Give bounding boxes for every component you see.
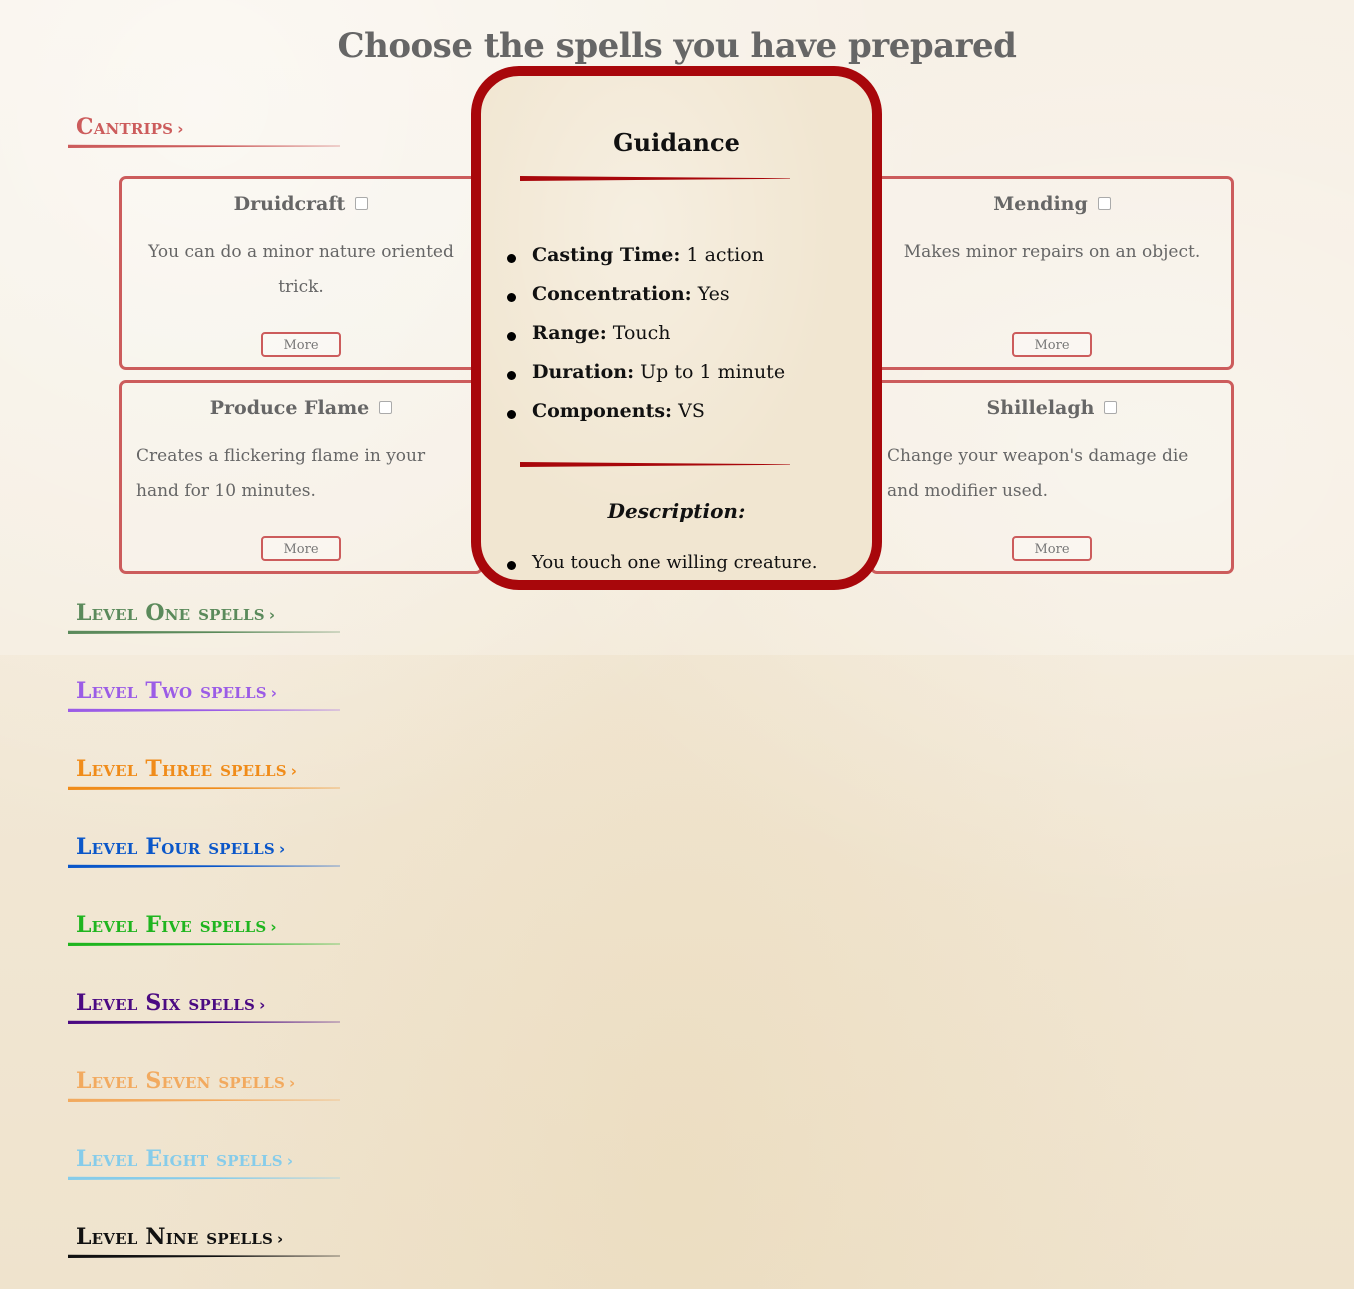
section-title-level-one[interactable]: Level One spells › [76, 600, 275, 626]
spell-card-shillelagh: Shillelagh Change your weapon's damage d… [870, 380, 1234, 574]
section-title-level-two[interactable]: Level Two spells › [76, 678, 277, 704]
more-button[interactable]: More [261, 536, 341, 561]
section-level-two[interactable]: Level Two spells › [68, 678, 340, 712]
spell-description: Makes minor repairs on an object. [903, 242, 1201, 262]
description-text: You touch one willing creature. Once bef… [495, 546, 855, 580]
prepared-checkbox[interactable] [379, 400, 393, 414]
property-concentration: Concentration: Yes [495, 283, 785, 322]
section-underline [68, 942, 340, 946]
spell-description: Creates a flickering flame in your hand … [136, 446, 426, 501]
property-components: Components: VS [495, 400, 785, 439]
section-underline [68, 144, 340, 148]
spell-card-mending: Mending Makes minor repairs on an object… [870, 176, 1234, 370]
modal-spell-title: Guidance [613, 128, 740, 157]
spell-name: Mending [993, 193, 1088, 215]
section-title-level-seven[interactable]: Level Seven spells › [76, 1068, 295, 1094]
chevron-right-icon: › [289, 1074, 296, 1092]
section-title-level-six[interactable]: Level Six spells › [76, 990, 265, 1016]
section-underline [68, 1176, 340, 1180]
section-title-level-three[interactable]: Level Three spells › [76, 756, 297, 782]
prepared-checkbox[interactable] [1097, 196, 1111, 210]
description-list: You touch one willing creature. Once bef… [495, 546, 855, 580]
chevron-right-icon: › [259, 996, 266, 1014]
section-title-level-five[interactable]: Level Five spells › [76, 912, 277, 938]
property-casting-time: Casting Time: 1 action [495, 244, 785, 283]
more-button[interactable]: More [261, 332, 341, 357]
section-level-nine[interactable]: Level Nine spells › [68, 1224, 340, 1258]
section-underline [68, 1254, 340, 1258]
chevron-right-icon: › [270, 918, 277, 936]
section-level-one[interactable]: Level One spells › [68, 600, 340, 634]
chevron-right-icon: › [278, 840, 286, 858]
chevron-right-icon: › [286, 1152, 294, 1170]
modal-divider [520, 176, 790, 181]
property-duration: Duration: Up to 1 minute [495, 361, 785, 400]
spell-card-druidcraft: Druidcraft You can do a minor nature ori… [119, 176, 483, 370]
chevron-right-icon: › [276, 1230, 284, 1248]
section-level-five[interactable]: Level Five spells › [68, 912, 340, 946]
property-range: Range: Touch [495, 322, 785, 361]
more-button[interactable]: More [1012, 332, 1092, 357]
page-title: Choose the spells you have prepared [337, 26, 1017, 66]
section-cantrips[interactable]: Cantrips › [68, 114, 340, 148]
spell-description: You can do a minor nature oriented trick… [148, 242, 454, 297]
section-title-level-eight[interactable]: Level Eight spells › [76, 1146, 293, 1172]
section-underline [68, 1098, 340, 1102]
spell-card-produce-flame: Produce Flame Creates a flickering flame… [119, 380, 483, 574]
section-underline [68, 630, 340, 634]
section-underline [68, 786, 340, 790]
section-level-seven[interactable]: Level Seven spells › [68, 1068, 340, 1102]
prepared-checkbox[interactable] [355, 196, 369, 210]
chevron-right-icon: › [177, 120, 184, 138]
spell-name: Shillelagh [986, 397, 1095, 419]
section-underline [68, 708, 340, 712]
spell-detail-modal[interactable]: Guidance Casting Time: 1 action Concentr… [471, 66, 882, 590]
spell-name: Produce Flame [209, 397, 370, 419]
section-title-level-four[interactable]: Level Four spells › [76, 834, 285, 860]
chevron-right-icon: › [290, 762, 298, 780]
section-level-six[interactable]: Level Six spells › [68, 990, 340, 1024]
section-underline [68, 864, 340, 868]
modal-divider [520, 462, 790, 467]
section-underline [68, 1020, 340, 1024]
chevron-right-icon: › [270, 684, 278, 702]
section-level-three[interactable]: Level Three spells › [68, 756, 340, 790]
spell-description: Change your weapon's damage die and modi… [887, 446, 1189, 501]
description-heading: Description: [607, 499, 746, 523]
chevron-right-icon: › [268, 606, 276, 624]
spell-name: Druidcraft [233, 193, 346, 215]
section-level-four[interactable]: Level Four spells › [68, 834, 340, 868]
section-level-eight[interactable]: Level Eight spells › [68, 1146, 340, 1180]
prepared-checkbox[interactable] [1104, 400, 1118, 414]
section-title-cantrips[interactable]: Cantrips › [76, 114, 184, 140]
more-button[interactable]: More [1012, 536, 1092, 561]
section-title-level-nine[interactable]: Level Nine spells › [76, 1224, 283, 1250]
spell-properties-list: Casting Time: 1 action Concentration: Ye… [495, 244, 785, 439]
